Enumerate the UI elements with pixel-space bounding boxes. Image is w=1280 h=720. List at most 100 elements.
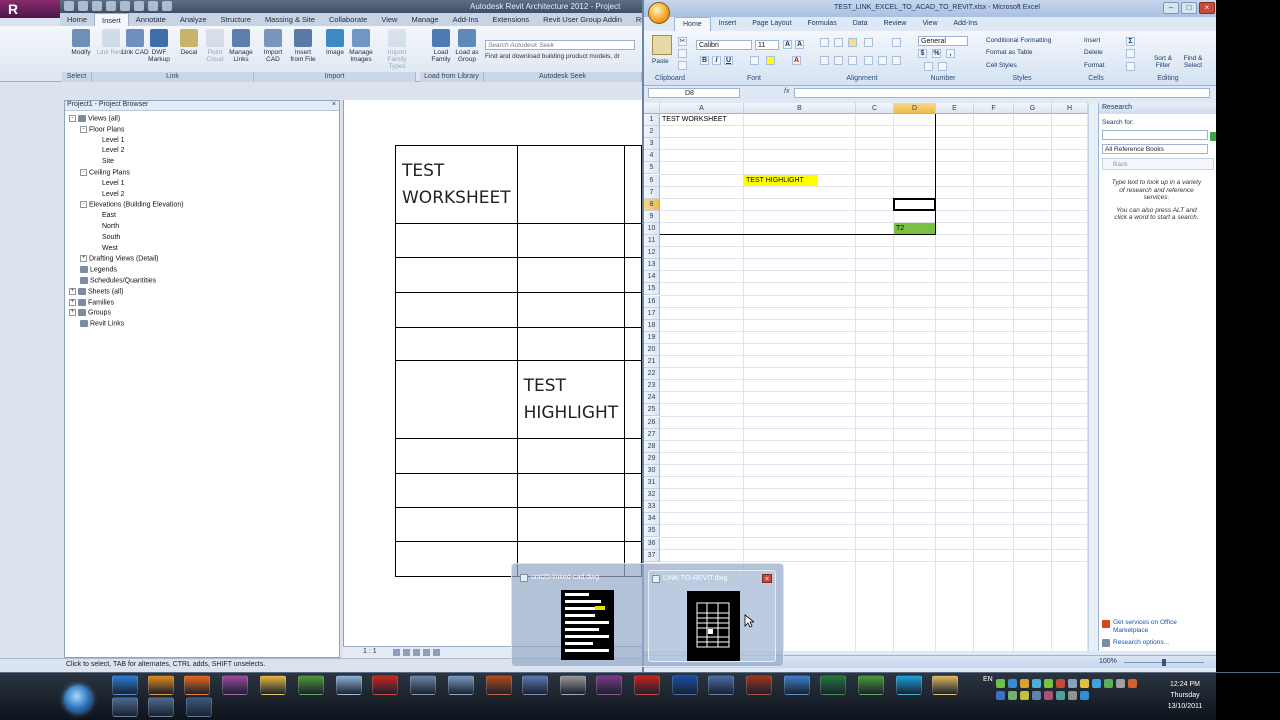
revit-tab-revit-user-group-addin[interactable]: Revit User Group Addin — [536, 13, 629, 26]
bold-button[interactable]: B — [700, 56, 709, 65]
tray-icon[interactable] — [1080, 679, 1089, 688]
row-header[interactable]: 33 — [644, 501, 660, 514]
tray-icon[interactable] — [1068, 691, 1077, 700]
load-as-group-button[interactable]: Load as Group — [452, 29, 482, 63]
autosum-icon[interactable]: Σ — [1126, 37, 1135, 46]
row-header[interactable]: 25 — [644, 404, 660, 417]
acrobat-icon[interactable] — [372, 675, 398, 695]
fx-icon[interactable]: fx — [784, 88, 789, 95]
import-cad-button[interactable]: Import CAD — [258, 29, 288, 63]
excel-tab-data[interactable]: Data — [845, 17, 876, 31]
format-cells-button[interactable]: Format — [1084, 62, 1105, 69]
revit-tab-manage[interactable]: Manage — [404, 13, 445, 26]
winrar-icon[interactable] — [746, 675, 772, 695]
row-header[interactable]: 20 — [644, 343, 660, 356]
tree-item[interactable]: Level 2 — [91, 147, 125, 154]
research-search-input[interactable] — [1102, 130, 1208, 140]
excel-tab-formulas[interactable]: Formulas — [800, 17, 845, 31]
application-menu-button[interactable]: R — [0, 0, 60, 18]
revit-icon[interactable] — [596, 675, 622, 695]
redo-icon[interactable] — [106, 1, 116, 11]
excel-tab-view[interactable]: View — [914, 17, 945, 31]
select-all-corner[interactable] — [644, 103, 660, 114]
column-header[interactable]: D — [894, 103, 936, 114]
row-header[interactable]: 8 — [644, 198, 660, 211]
row-header[interactable]: 22 — [644, 368, 660, 381]
tray-icon[interactable] — [1020, 679, 1029, 688]
maximize-icon[interactable]: □ — [1181, 2, 1197, 14]
show-desktop-area[interactable] — [1216, 673, 1280, 720]
expand-icon[interactable]: + — [80, 255, 87, 263]
column-header[interactable]: C — [856, 103, 894, 114]
revit-tab-view[interactable]: View — [374, 13, 404, 26]
row-header[interactable]: 15 — [644, 283, 660, 296]
percent-icon[interactable]: % — [932, 49, 941, 58]
tray-icon[interactable] — [1056, 679, 1065, 688]
increase-indent-icon[interactable] — [878, 56, 887, 65]
tree-item[interactable]: + Sheets (all) — [69, 287, 123, 295]
orientation-icon[interactable] — [864, 38, 873, 47]
column-header[interactable]: A — [660, 103, 744, 114]
dwf-markup-button[interactable]: DWF Markup — [144, 29, 174, 63]
row-header[interactable]: 21 — [644, 356, 660, 368]
row-header[interactable]: 36 — [644, 537, 660, 550]
excel-tab-home[interactable]: Home — [674, 17, 711, 31]
dimension-icon[interactable] — [134, 1, 144, 11]
row-header[interactable]: 23 — [644, 380, 660, 393]
row-header[interactable]: 19 — [644, 331, 660, 344]
row-header[interactable]: 24 — [644, 392, 660, 405]
desktop-icon[interactable] — [112, 697, 138, 717]
align-left-icon[interactable] — [820, 56, 829, 65]
cell-d10[interactable]: T2 — [894, 223, 904, 235]
tree-item[interactable]: Level 1 — [91, 180, 125, 187]
start-button[interactable] — [64, 685, 92, 713]
revit-tab-structure[interactable]: Structure — [214, 13, 258, 26]
tree-item[interactable]: Level 1 — [91, 137, 125, 144]
row-header[interactable]: 17 — [644, 307, 660, 320]
row-header[interactable]: 26 — [644, 416, 660, 429]
research-back-button[interactable]: Back — [1102, 158, 1214, 170]
sort-filter-button[interactable]: Sort & Filter — [1148, 55, 1178, 69]
tray-icon[interactable] — [1092, 679, 1101, 688]
3d-view-icon[interactable] — [162, 1, 172, 11]
tray-icon[interactable] — [1104, 679, 1113, 688]
row-header[interactable]: 31 — [644, 477, 660, 489]
font-color-icon[interactable]: A — [792, 56, 801, 65]
excel-icon[interactable] — [820, 675, 846, 695]
row-header[interactable]: 27 — [644, 428, 660, 441]
tray-icon[interactable] — [1044, 679, 1053, 688]
column-header[interactable]: B — [744, 103, 856, 114]
tool-icon[interactable] — [522, 675, 548, 695]
insert-from-file-button[interactable]: Insert from File — [288, 29, 318, 63]
tree-item[interactable]: - Ceiling Plans — [80, 169, 130, 176]
measure-icon[interactable] — [120, 1, 130, 11]
skype-icon[interactable] — [896, 675, 922, 695]
app-icon[interactable] — [222, 675, 248, 695]
office-marketplace-link[interactable]: Get services on Office Marketplace — [1113, 619, 1193, 634]
research-options-link[interactable]: Research options... — [1113, 639, 1169, 647]
revit-tab-collaborate[interactable]: Collaborate — [322, 13, 374, 26]
research-source-select[interactable]: All Reference Books — [1102, 144, 1208, 154]
language-indicator[interactable]: EN — [983, 676, 993, 683]
align-bottom-icon[interactable] — [848, 38, 857, 47]
virtualbox-icon[interactable] — [708, 675, 734, 695]
fill-icon[interactable] — [1126, 49, 1135, 58]
autodesk-icon[interactable] — [186, 697, 212, 717]
acrobat-reader-icon[interactable] — [634, 675, 660, 695]
notepad-icon[interactable] — [336, 675, 362, 695]
close-icon[interactable]: × — [1199, 2, 1215, 14]
underline-button[interactable]: U — [724, 56, 733, 65]
tray-icon[interactable] — [1032, 691, 1041, 700]
paste-icon[interactable] — [652, 35, 672, 55]
align-top-icon[interactable] — [820, 38, 829, 47]
row-header[interactable]: 32 — [644, 489, 660, 502]
tree-item[interactable]: - Elevations (Building Elevation) — [80, 201, 184, 209]
visual-style-icon[interactable] — [403, 649, 410, 656]
shadows-icon[interactable] — [423, 649, 430, 656]
merge-center-icon[interactable] — [892, 56, 901, 65]
tree-item[interactable]: West — [91, 245, 118, 252]
column-header[interactable]: H — [1052, 103, 1088, 114]
borders-icon[interactable] — [750, 56, 759, 65]
tray-icon[interactable] — [1128, 679, 1137, 688]
tree-item[interactable]: + Families — [69, 298, 114, 306]
